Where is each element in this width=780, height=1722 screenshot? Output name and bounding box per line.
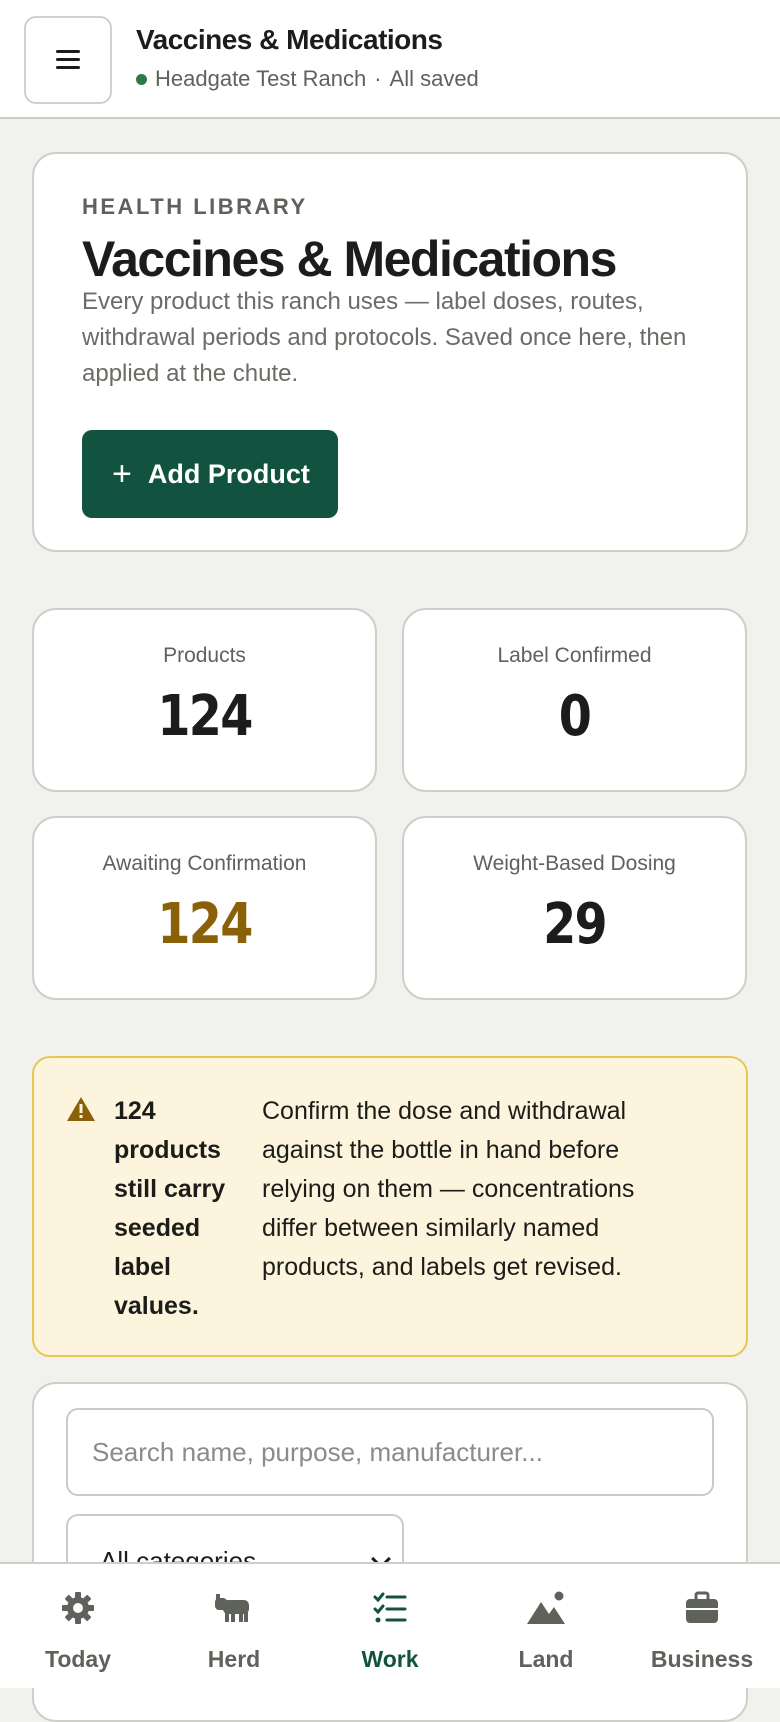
page-title: Vaccines & Medications	[82, 231, 617, 287]
ranch-name: Headgate Test Ranch	[155, 66, 367, 91]
save-status: All saved	[389, 66, 479, 91]
stat-value: 29	[543, 892, 608, 957]
top-bar: Vaccines & Medications Headgate Test Ran…	[0, 0, 780, 119]
add-product-label: Add Product	[147, 458, 310, 489]
alert-headline: 124 products still carry seeded label va…	[114, 1097, 226, 1320]
page-description: Every product this ranch uses — label do…	[82, 288, 687, 387]
section-eyebrow: HEALTH LIBRARY	[82, 194, 308, 219]
ranch-status: Headgate Test Ranch · All saved	[136, 66, 479, 92]
search-input[interactable]	[66, 1408, 714, 1496]
add-product-button[interactable]: + Add Product	[82, 430, 338, 518]
checklist-icon	[373, 1592, 407, 1623]
briefcase-icon	[686, 1591, 718, 1623]
nav-label: Today	[44, 1646, 112, 1672]
nav-label: Work	[361, 1646, 419, 1672]
alert-text: Confirm the dose and withdrawal against …	[262, 1097, 635, 1281]
nav-item-herd[interactable]: Herd	[156, 1564, 312, 1688]
mountain-icon	[527, 1591, 565, 1624]
stat-awaiting-confirmation: Awaiting Confirmation 124	[32, 816, 377, 1000]
separator: ·	[374, 66, 382, 91]
hamburger-icon	[56, 50, 80, 70]
nav-item-work[interactable]: Work	[312, 1564, 468, 1688]
menu-button[interactable]	[24, 16, 112, 104]
stat-value: 124	[157, 892, 253, 957]
warning-icon	[67, 1097, 95, 1121]
health-library-card: HEALTH LIBRARY Vaccines & Medications Ev…	[32, 152, 748, 552]
stat-label: Weight-Based Dosing	[473, 852, 676, 875]
gear-icon	[62, 1592, 94, 1624]
stat-value: 0	[558, 684, 592, 749]
nav-item-today[interactable]: Today	[0, 1564, 156, 1688]
stat-value: 124	[157, 684, 253, 749]
cow-icon	[215, 1594, 249, 1622]
status-dot-icon	[136, 73, 147, 85]
stat-label-confirmed: Label Confirmed 0	[402, 608, 747, 792]
bottom-navigation: Today Herd Work Land Business	[0, 1562, 780, 1688]
stat-products: Products 124	[32, 608, 377, 792]
stat-label: Awaiting Confirmation	[102, 852, 307, 875]
seeded-values-alert: 124 products still carry seeded label va…	[32, 1056, 748, 1357]
plus-icon: +	[112, 455, 132, 493]
nav-item-land[interactable]: Land	[468, 1564, 624, 1688]
stat-weight-based-dosing: Weight-Based Dosing 29	[402, 816, 747, 1000]
nav-item-business[interactable]: Business	[624, 1564, 780, 1688]
nav-label: Land	[518, 1646, 574, 1672]
nav-label: Herd	[207, 1646, 261, 1672]
stat-label: Label Confirmed	[497, 644, 652, 667]
page-header-title: Vaccines & Medications	[136, 24, 443, 55]
stat-label: Products	[163, 644, 246, 667]
nav-label: Business	[650, 1646, 754, 1672]
